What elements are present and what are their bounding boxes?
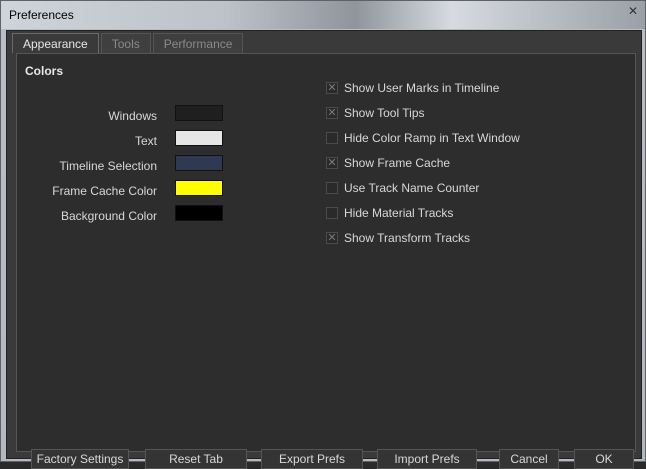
appearance-panel: Colors Windows Text Timeline Selection F… bbox=[16, 53, 636, 469]
option-show-tool-tips[interactable]: Show Tool Tips bbox=[326, 106, 586, 123]
preferences-dialog: Appearance Tools Performance Colors Wind… bbox=[6, 30, 642, 469]
color-label-frame-cache: Frame Cache Color bbox=[52, 184, 157, 198]
color-swatch-background[interactable] bbox=[175, 205, 223, 221]
option-label: Show Frame Cache bbox=[344, 156, 451, 170]
color-row-windows: Windows bbox=[17, 105, 227, 125]
checkbox-hide-color-ramp[interactable] bbox=[326, 132, 338, 144]
color-label-timeline-selection: Timeline Selection bbox=[59, 159, 157, 173]
tab-performance[interactable]: Performance bbox=[152, 33, 244, 53]
export-prefs-button[interactable]: Export Prefs bbox=[261, 449, 363, 469]
color-swatch-timeline-selection[interactable] bbox=[175, 155, 223, 171]
color-row-background: Background Color bbox=[17, 205, 227, 225]
color-swatch-windows[interactable] bbox=[175, 105, 223, 121]
option-label: Show Tool Tips bbox=[344, 106, 425, 120]
checkbox-show-tool-tips[interactable] bbox=[326, 106, 338, 119]
option-label: Hide Material Tracks bbox=[344, 206, 454, 220]
checkbox-use-track-name-counter[interactable] bbox=[326, 182, 338, 194]
option-hide-material-tracks[interactable]: Hide Material Tracks bbox=[326, 206, 586, 223]
option-label: Hide Color Ramp in Text Window bbox=[344, 131, 520, 145]
color-label-windows: Windows bbox=[108, 109, 157, 123]
color-label-background: Background Color bbox=[60, 209, 157, 223]
checkbox-show-frame-cache[interactable] bbox=[326, 156, 338, 169]
colors-heading: Colors bbox=[25, 64, 64, 78]
color-swatch-frame-cache[interactable] bbox=[175, 180, 223, 196]
option-label: Show Transform Tracks bbox=[344, 231, 471, 245]
option-show-transform-tracks[interactable]: Show Transform Tracks bbox=[326, 231, 586, 248]
close-icon[interactable]: ✕ bbox=[627, 5, 639, 17]
checkbox-hide-material-tracks[interactable] bbox=[326, 207, 338, 219]
option-label: Show User Marks in Timeline bbox=[344, 81, 500, 95]
tab-bar: Appearance Tools Performance bbox=[12, 33, 244, 53]
factory-settings-button[interactable]: Factory Settings bbox=[31, 449, 129, 469]
reset-tab-button[interactable]: Reset Tab bbox=[145, 449, 247, 469]
color-label-text: Text bbox=[134, 134, 157, 148]
option-hide-color-ramp[interactable]: Hide Color Ramp in Text Window bbox=[326, 131, 586, 148]
preferences-window: Preferences ✕ Appearance Tools Performan… bbox=[0, 0, 646, 469]
color-row-timeline-selection: Timeline Selection bbox=[17, 155, 227, 175]
ok-button[interactable]: OK bbox=[574, 449, 634, 469]
color-row-frame-cache: Frame Cache Color bbox=[17, 180, 227, 200]
option-show-user-marks[interactable]: Show User Marks in Timeline bbox=[326, 81, 586, 98]
import-prefs-button[interactable]: Import Prefs bbox=[377, 449, 477, 469]
checkbox-show-user-marks[interactable] bbox=[326, 81, 338, 94]
color-swatch-text[interactable] bbox=[175, 130, 223, 146]
option-label: Use Track Name Counter bbox=[344, 181, 480, 195]
cancel-button[interactable]: Cancel bbox=[499, 449, 559, 469]
window-title: Preferences bbox=[9, 8, 74, 22]
title-bar[interactable]: Preferences ✕ bbox=[1, 1, 645, 29]
checkbox-show-transform-tracks[interactable] bbox=[326, 231, 338, 244]
option-show-frame-cache[interactable]: Show Frame Cache bbox=[326, 156, 586, 173]
tab-appearance[interactable]: Appearance bbox=[12, 33, 99, 53]
tab-tools[interactable]: Tools bbox=[100, 33, 151, 53]
option-use-track-name-counter[interactable]: Use Track Name Counter bbox=[326, 181, 586, 198]
color-row-text: Text bbox=[17, 130, 227, 150]
